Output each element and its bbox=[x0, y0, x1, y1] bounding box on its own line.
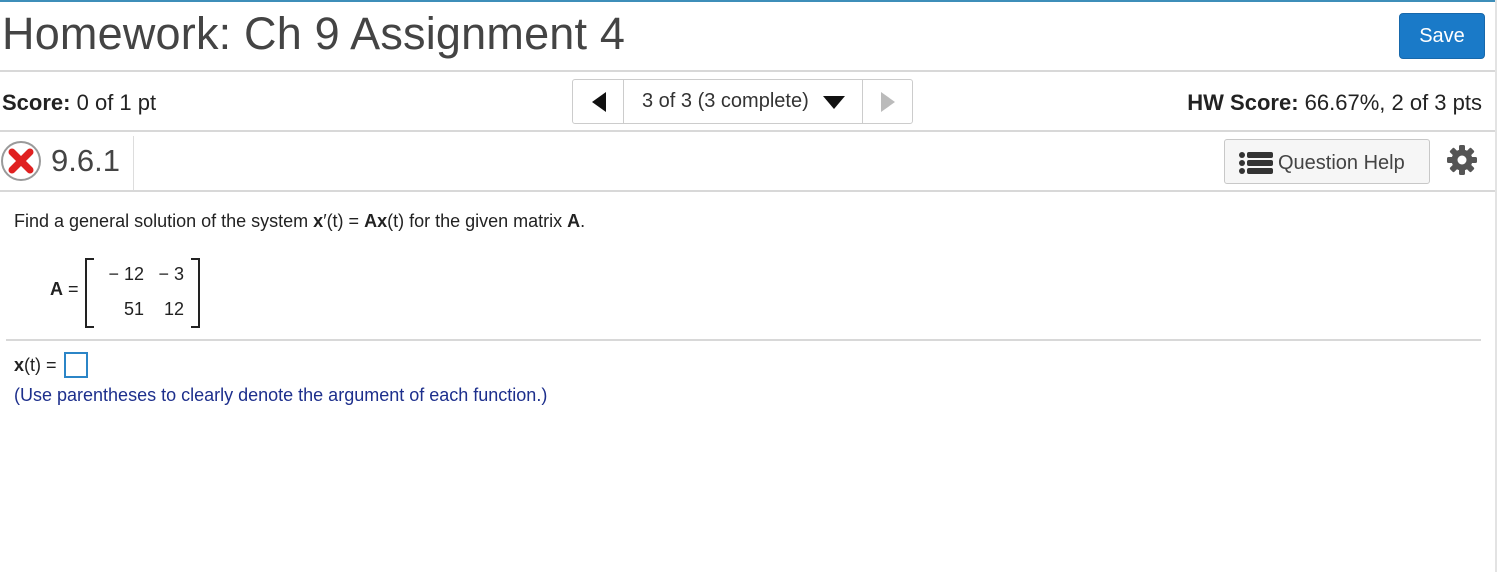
question-text: Find a general solution of the system x′… bbox=[14, 211, 585, 232]
question-help-button[interactable]: Question Help bbox=[1224, 139, 1430, 184]
gear-icon[interactable] bbox=[1446, 144, 1478, 176]
matrix-label-a: A bbox=[50, 279, 63, 299]
right-bracket bbox=[191, 258, 200, 328]
question-text-part: ′(t) = bbox=[323, 211, 365, 231]
divider bbox=[133, 136, 134, 190]
answer-hint: (Use parentheses to clearly denote the a… bbox=[14, 385, 548, 405]
score-label: Score: bbox=[2, 90, 71, 115]
question-bar: 9.6.1 Question Help bbox=[0, 132, 1495, 190]
hw-score-value: 66.67%, 2 of 3 pts bbox=[1304, 90, 1482, 115]
matrix: A = − 12 − 3 51 12 bbox=[50, 258, 210, 328]
hw-score-label: HW Score: bbox=[1187, 90, 1299, 115]
score: Score: 0 of 1 pt bbox=[2, 90, 156, 116]
matrix-cell: 51 bbox=[123, 299, 144, 319]
score-bar: Score: 0 of 1 pt 3 of 3 (3 complete) HW … bbox=[0, 72, 1495, 130]
hw-score: HW Score: 66.67%, 2 of 3 pts bbox=[1187, 90, 1482, 116]
question-text-part: Find a general solution of the system bbox=[14, 211, 314, 231]
question-vector-x: x bbox=[313, 211, 324, 231]
matrix-cell: − 3 bbox=[158, 264, 184, 284]
question-text-part: (t) for the given matrix bbox=[387, 211, 568, 231]
question-matrix-a: A bbox=[567, 211, 581, 231]
previous-question-button[interactable] bbox=[573, 80, 624, 123]
question-vector-x: x bbox=[377, 211, 388, 231]
question-matrix-a: A bbox=[364, 211, 378, 231]
page-title: Homework: Ch 9 Assignment 4 bbox=[2, 8, 626, 59]
answer-label: x(t) = bbox=[14, 355, 57, 376]
matrix-cell: 12 bbox=[163, 299, 184, 319]
header: Homework: Ch 9 Assignment 4 Save bbox=[0, 2, 1495, 70]
save-button[interactable]: Save bbox=[1399, 13, 1485, 59]
arrow-right-icon bbox=[881, 92, 895, 112]
answer-input[interactable] bbox=[64, 352, 88, 378]
question-select-label: 3 of 3 (3 complete) bbox=[642, 90, 809, 112]
question-navigator: 3 of 3 (3 complete) bbox=[572, 79, 913, 124]
question-select-dropdown[interactable]: 3 of 3 (3 complete) bbox=[624, 80, 863, 123]
caret-down-icon bbox=[823, 96, 845, 109]
question-help-label: Question Help bbox=[1278, 152, 1405, 174]
divider bbox=[6, 339, 1481, 341]
incorrect-x-icon bbox=[1, 141, 41, 181]
divider bbox=[0, 190, 1495, 192]
matrix-cell: − 12 bbox=[108, 264, 144, 284]
list-icon bbox=[1239, 152, 1273, 174]
next-question-button[interactable] bbox=[863, 80, 912, 123]
score-value: 0 of 1 pt bbox=[76, 90, 157, 115]
question-text-part: . bbox=[580, 211, 586, 231]
answer-label-x: x bbox=[14, 355, 25, 375]
matrix-label-equals: = bbox=[63, 279, 79, 299]
question-number: 9.6.1 bbox=[51, 143, 120, 178]
arrow-left-icon bbox=[592, 92, 606, 112]
matrix-label: A = bbox=[50, 279, 79, 300]
left-bracket bbox=[85, 258, 94, 328]
answer-label-rest: (t) = bbox=[24, 355, 57, 375]
